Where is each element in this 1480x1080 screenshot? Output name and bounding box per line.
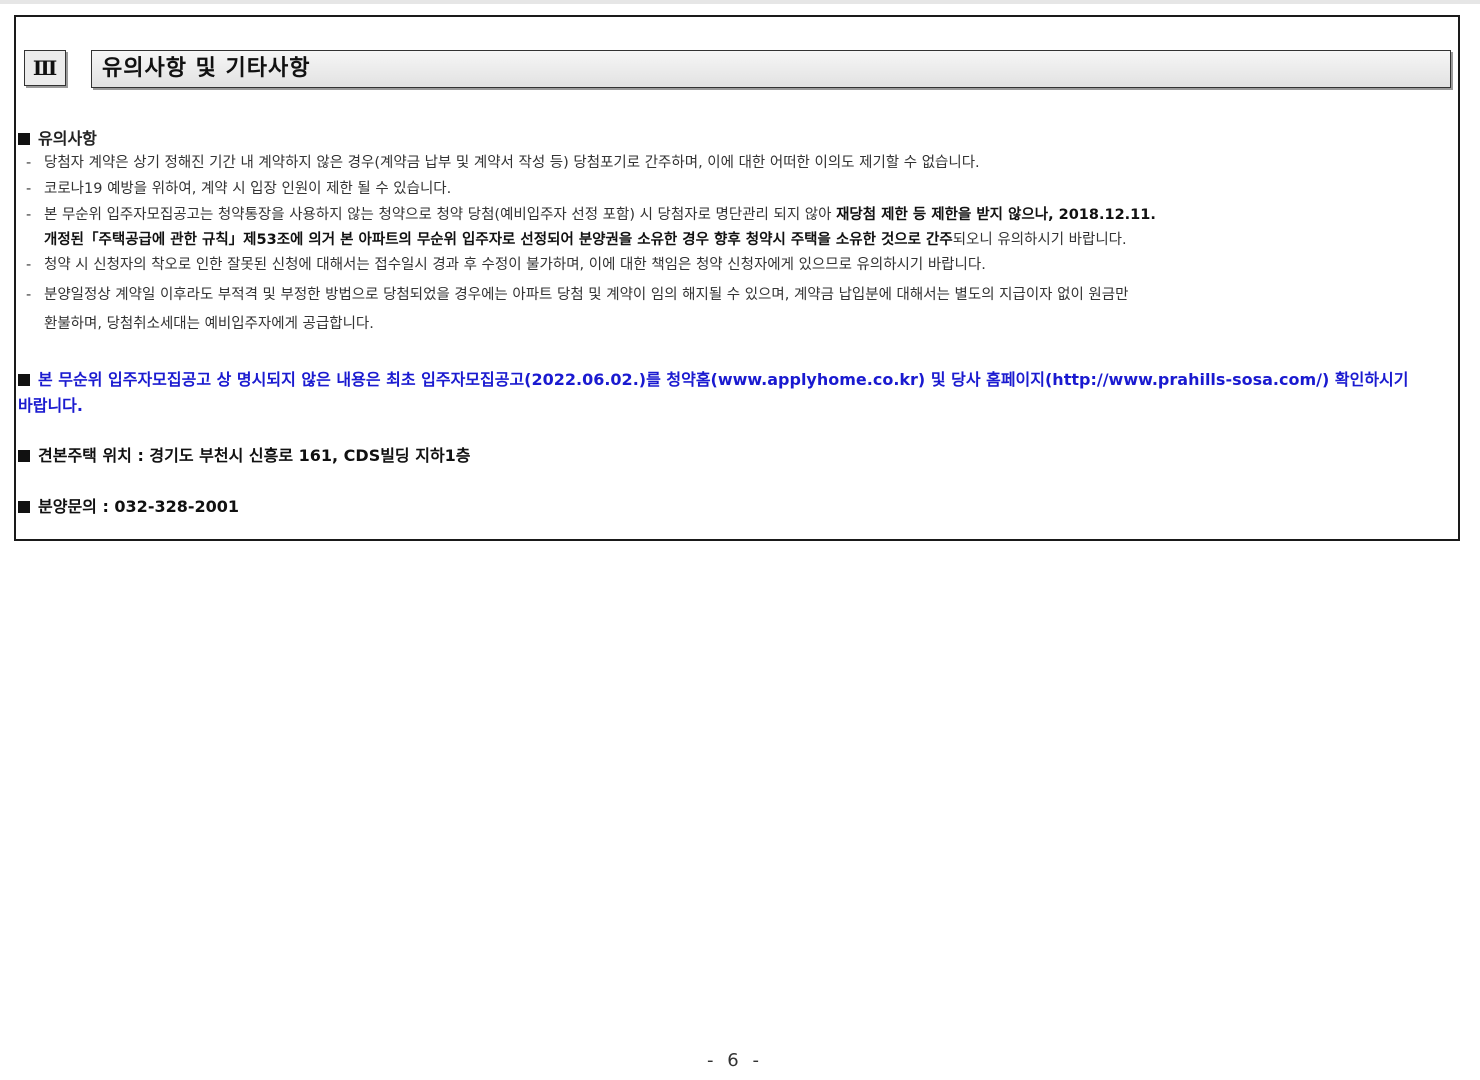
notice-line-2: 바랍니다. <box>18 392 83 416</box>
note-item-3-tail: 되오니 유의하시기 바랍니다. <box>952 232 1127 248</box>
notice-line-1-text: 본 무순위 입주자모집공고 상 명시되지 않은 내용은 최초 입주자모집공고(2… <box>38 370 1409 389</box>
section-title-box: 유의사항 및 기타사항 <box>91 50 1451 88</box>
section-number: Ⅲ <box>32 56 58 80</box>
note-item-2: - 코로나19 예방을 위하여, 계약 시 입장 인원이 제한 될 수 있습니다. <box>26 177 451 198</box>
notes-heading-text: 유의사항 <box>38 129 97 148</box>
note-item-3-continued: 개정된「주택공급에 관한 규칙」제53조에 의거 본 아파트의 무순위 입주자로… <box>44 228 1127 249</box>
notice-line-2-text: 바랍니다. <box>18 396 83 415</box>
note-item-5: - 분양일정상 계약일 이후라도 부적격 및 부정한 방법으로 당첨되었을 경우에… <box>26 283 1128 304</box>
section-title: 유의사항 및 기타사항 <box>102 56 311 81</box>
note-item-5-text: 분양일정상 계약일 이후라도 부적격 및 부정한 방법으로 당첨되었을 경우에는… <box>44 287 1129 303</box>
dash-bullet: - <box>26 287 32 303</box>
section-frame: Ⅲ 유의사항 및 기타사항 유의사항 - 당첨자 계약은 상기 정해진 기간 내 … <box>14 15 1460 541</box>
note-item-5-continued: 환불하며, 당첨취소세대는 예비입주자에게 공급합니다. <box>44 312 374 333</box>
model-house-location: 견본주택 위치 : 경기도 부천시 신흥로 161, CDS빌딩 지하1층 <box>18 442 471 466</box>
top-rule <box>0 0 1480 4</box>
note-item-4: - 청약 시 신청자의 착오로 인한 잘못된 신청에 대해서는 접수일시 경과 후… <box>26 253 986 274</box>
square-bullet-icon <box>18 133 30 145</box>
square-bullet-icon <box>18 501 30 513</box>
note-item-1: - 당첨자 계약은 상기 정해진 기간 내 계약하지 않은 경우(계약금 납부 및… <box>26 151 980 172</box>
dash-bullet: - <box>26 155 32 171</box>
note-item-3-bold-b: 개정된「주택공급에 관한 규칙」제53조에 의거 본 아파트의 무순위 입주자로… <box>44 232 953 248</box>
note-item-3-bold-a: 재당첨 제한 등 제한을 받지 않으나, 2018.12.11. <box>836 207 1156 223</box>
square-bullet-icon <box>18 374 30 386</box>
note-item-4-text: 청약 시 신청자의 착오로 인한 잘못된 신청에 대해서는 접수일시 경과 후 … <box>44 257 986 273</box>
dash-bullet: - <box>26 207 32 223</box>
note-item-2-text: 코로나19 예방을 위하여, 계약 시 입장 인원이 제한 될 수 있습니다. <box>44 181 452 197</box>
notice-line-1: 본 무순위 입주자모집공고 상 명시되지 않은 내용은 최초 입주자모집공고(2… <box>18 366 1408 390</box>
page-number: - 6 - <box>707 1050 763 1071</box>
note-item-3-text: 본 무순위 입주자모집공고는 청약통장을 사용하지 않는 청약으로 청약 당첨(… <box>44 207 837 223</box>
square-bullet-icon <box>18 450 30 462</box>
note-item-3: -본 무순위 입주자모집공고는 청약통장을 사용하지 않는 청약으로 청약 당첨… <box>26 203 1156 224</box>
note-item-5-cont-text: 환불하며, 당첨취소세대는 예비입주자에게 공급합니다. <box>44 316 374 332</box>
notes-heading: 유의사항 <box>18 125 97 149</box>
sales-inquiry: 분양문의 : 032-328-2001 <box>18 493 239 517</box>
dash-bullet: - <box>26 181 32 197</box>
sales-inquiry-text: 분양문의 : 032-328-2001 <box>38 497 240 516</box>
model-house-text: 견본주택 위치 : 경기도 부천시 신흥로 161, CDS빌딩 지하1층 <box>38 446 471 465</box>
section-number-box: Ⅲ <box>24 50 66 86</box>
note-item-1-text: 당첨자 계약은 상기 정해진 기간 내 계약하지 않은 경우(계약금 납부 및 … <box>44 155 980 171</box>
dash-bullet: - <box>26 257 32 273</box>
